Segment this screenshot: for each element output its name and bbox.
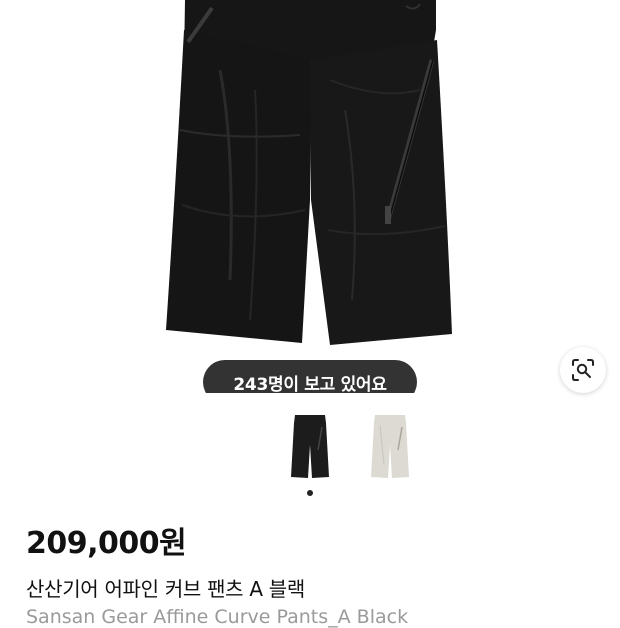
pants-photo [166, 0, 452, 345]
viewers-count-text: 243명이 보고 있어요 [233, 375, 387, 393]
image-search-button[interactable] [560, 347, 606, 393]
viewers-badge: 243명이 보고 있어요 [203, 360, 417, 393]
thumbnail-strip [0, 405, 620, 485]
carousel-dot[interactable] [307, 490, 313, 496]
carousel-indicator [0, 490, 620, 496]
product-price: 209,000원 [26, 526, 187, 561]
thumbnail-ivory[interactable] [354, 405, 426, 483]
thumbnail-ivory-image [371, 415, 409, 478]
lens-search-icon [572, 359, 594, 381]
product-name-english: Sansan Gear Affine Curve Pants_A Black [26, 606, 409, 628]
product-hero-image[interactable] [0, 0, 620, 393]
thumbnail-black[interactable] [274, 405, 346, 483]
product-name-korean: 산산기어 어파인 커브 팬츠 A 블랙 [26, 577, 305, 601]
thumbnail-black-image [291, 415, 329, 478]
